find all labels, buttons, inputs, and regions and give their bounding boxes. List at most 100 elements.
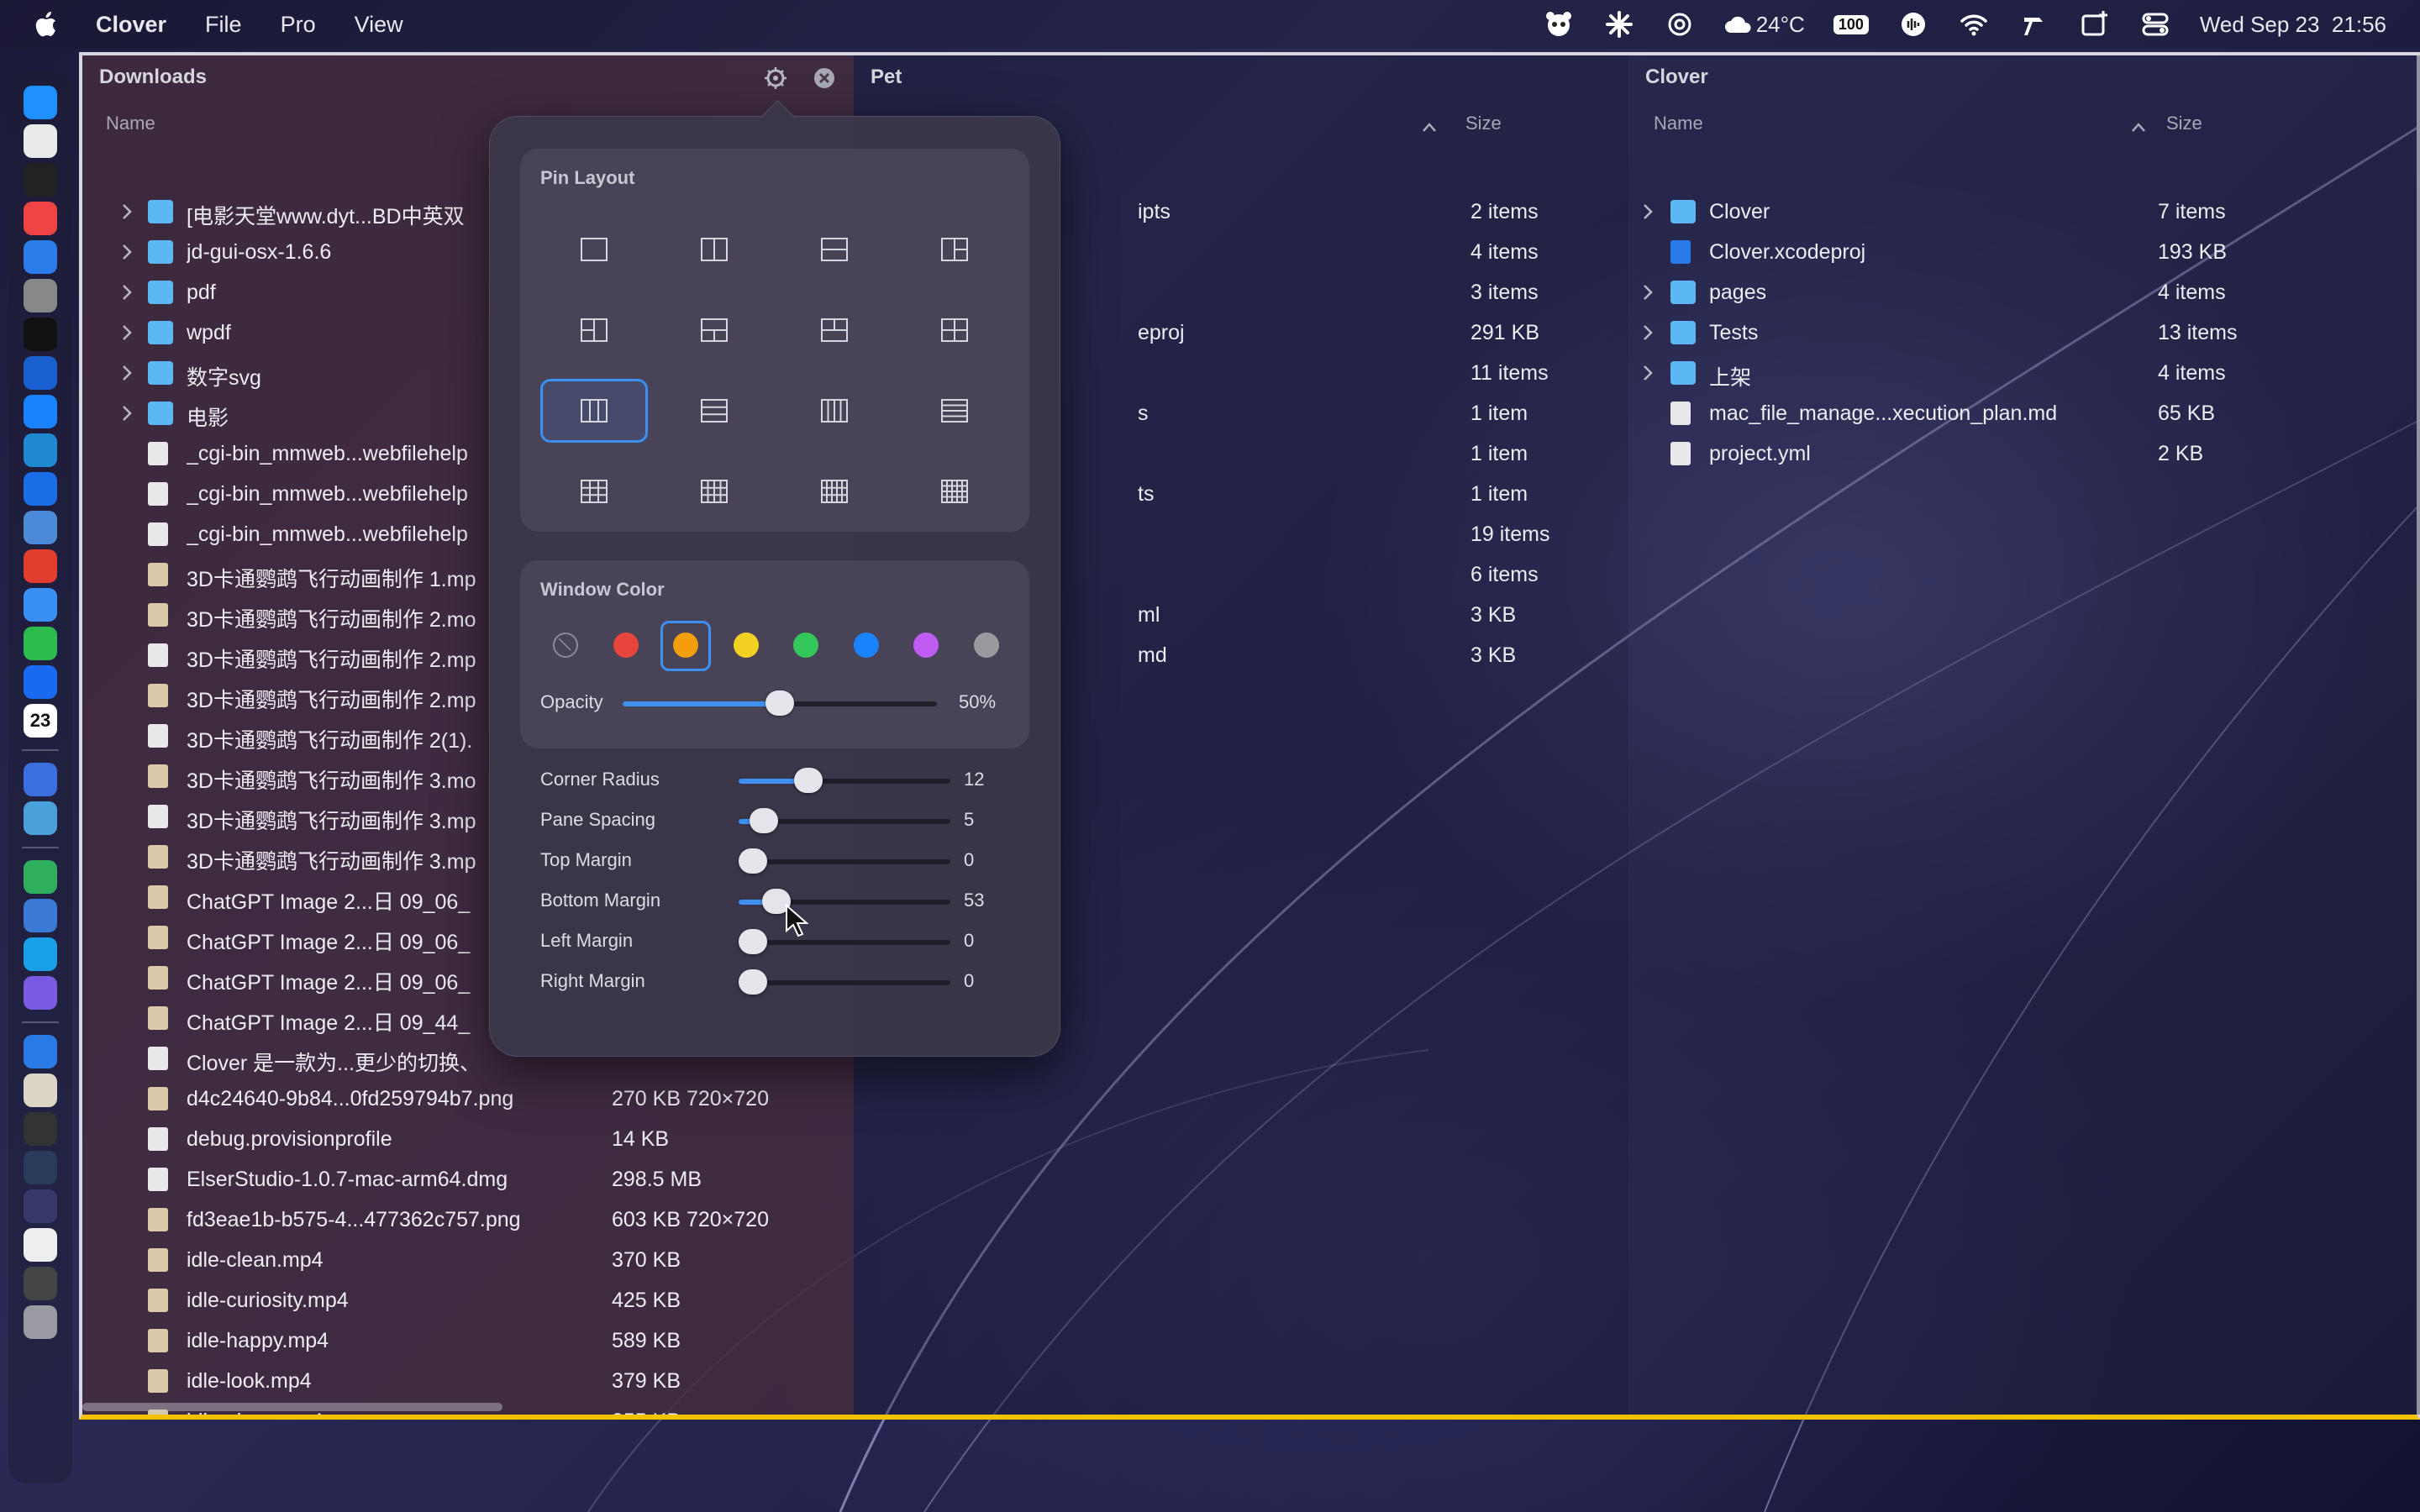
window-1-icon[interactable] bbox=[24, 1112, 57, 1146]
terminal-icon[interactable] bbox=[24, 163, 57, 197]
layout-option-left-right-split[interactable] bbox=[901, 218, 1008, 281]
file-row[interactable]: pages 4 items bbox=[1628, 272, 2420, 312]
wifi-icon[interactable] bbox=[1958, 8, 1990, 40]
slider-knob[interactable] bbox=[750, 808, 779, 833]
layout-option-four-columns[interactable] bbox=[781, 379, 888, 443]
column-size[interactable]: Size bbox=[2166, 113, 2202, 134]
layout-option-grid-5x3[interactable] bbox=[781, 459, 888, 523]
layout-option-top-bottom-split[interactable] bbox=[781, 298, 888, 362]
file-row[interactable]: idle-curiosity.mp4 425 KB bbox=[82, 1280, 854, 1320]
panda-icon[interactable] bbox=[1543, 8, 1575, 40]
color-swatch[interactable] bbox=[853, 633, 879, 658]
file-row[interactable]: fd3eae1b-b575-4...477362c757.png 603 KB 7… bbox=[82, 1200, 854, 1240]
clover-pane[interactable]: Clover Name Size Clover 7 items Clover.xco… bbox=[1628, 55, 2420, 1415]
no-color-swatch[interactable] bbox=[553, 633, 578, 658]
column-name[interactable]: Name bbox=[106, 113, 155, 134]
chevron-right-icon[interactable] bbox=[1640, 202, 1655, 221]
window-4-icon[interactable] bbox=[24, 1228, 57, 1262]
chevron-right-icon[interactable] bbox=[119, 202, 134, 221]
layout-option-grid-3x3[interactable] bbox=[540, 459, 648, 523]
layout-option-split-vertical[interactable] bbox=[660, 218, 768, 281]
finder-icon[interactable] bbox=[24, 86, 57, 119]
setting-slider[interactable] bbox=[739, 848, 950, 874]
preview-icon[interactable] bbox=[24, 1074, 57, 1107]
app-store-icon[interactable] bbox=[24, 395, 57, 428]
chevron-right-icon[interactable] bbox=[1640, 323, 1655, 342]
file-menu[interactable]: File bbox=[205, 12, 242, 38]
file-row[interactable]: mac_file_manage...xecution_plan.md 65 KB bbox=[1628, 393, 2420, 433]
hammer-icon[interactable] bbox=[2018, 8, 2050, 40]
launchpad-icon[interactable] bbox=[24, 124, 57, 158]
numbers-icon[interactable] bbox=[24, 860, 57, 894]
view-menu[interactable]: View bbox=[355, 12, 403, 38]
sparkle-icon[interactable] bbox=[1603, 8, 1635, 40]
drive-icon[interactable] bbox=[24, 511, 57, 544]
layout-option-single[interactable] bbox=[540, 218, 648, 281]
column-size[interactable]: Size bbox=[1465, 113, 1502, 134]
chevron-right-icon[interactable] bbox=[119, 364, 134, 382]
app-menu[interactable]: Clover bbox=[96, 12, 166, 38]
window-3-icon[interactable] bbox=[24, 1189, 57, 1223]
cloud-icon[interactable] bbox=[24, 588, 57, 622]
layout-option-top-split-bottom[interactable] bbox=[660, 298, 768, 362]
slider-knob[interactable] bbox=[739, 848, 767, 874]
chevron-right-icon[interactable] bbox=[119, 404, 134, 423]
file-row[interactable]: 上架 4 items bbox=[1628, 353, 2420, 393]
wps-icon[interactable] bbox=[24, 549, 57, 583]
color-swatch[interactable] bbox=[913, 633, 939, 658]
file-row[interactable]: project.yml 2 KB bbox=[1628, 433, 2420, 474]
screenshot-icon[interactable] bbox=[24, 899, 57, 932]
slider-knob[interactable] bbox=[739, 929, 767, 954]
wechat-icon[interactable] bbox=[24, 627, 57, 660]
sort-ascending-icon[interactable] bbox=[1422, 121, 1437, 133]
chevron-right-icon[interactable] bbox=[119, 323, 134, 342]
setting-slider[interactable] bbox=[739, 929, 950, 954]
sort-ascending-icon[interactable] bbox=[2131, 121, 2146, 133]
layout-option-grid-5x4[interactable] bbox=[901, 459, 1008, 523]
chevron-right-icon[interactable] bbox=[119, 283, 134, 302]
calendar-icon[interactable]: 23 bbox=[24, 704, 57, 738]
vscode-icon[interactable] bbox=[24, 433, 57, 467]
file-row[interactable]: Tests 13 items bbox=[1628, 312, 2420, 353]
chatgpt-icon[interactable] bbox=[1664, 8, 1696, 40]
file-row[interactable]: Clover.xcodeproj 193 KB bbox=[1628, 232, 2420, 272]
mail-icon[interactable] bbox=[24, 240, 57, 274]
file-row[interactable]: debug.provisionprofile 14 KB bbox=[82, 1119, 854, 1159]
file-row[interactable]: idle-clean.mp4 370 KB bbox=[82, 1240, 854, 1280]
opacity-slider[interactable] bbox=[623, 690, 937, 716]
clock[interactable]: Wed Sep 23 21:56 bbox=[2200, 12, 2386, 38]
horizontal-scrollbar[interactable] bbox=[82, 1403, 502, 1411]
weather-icon[interactable]: 24°C bbox=[1724, 12, 1805, 38]
layout-option-grid-4x3[interactable] bbox=[660, 459, 768, 523]
gear-icon[interactable] bbox=[763, 66, 788, 91]
opacity-slider-knob[interactable] bbox=[765, 690, 794, 716]
file-row[interactable]: Clover 7 items bbox=[1628, 192, 2420, 232]
color-swatch[interactable] bbox=[613, 633, 639, 658]
color-swatch[interactable] bbox=[673, 633, 698, 658]
setting-slider[interactable] bbox=[739, 808, 950, 833]
maps-icon[interactable] bbox=[24, 356, 57, 390]
file-row[interactable]: idle-happy.mp4 589 KB bbox=[82, 1320, 854, 1361]
file-row[interactable]: idle-look.mp4 379 KB bbox=[82, 1361, 854, 1401]
chevron-right-icon[interactable] bbox=[1640, 283, 1655, 302]
xcode-icon[interactable] bbox=[24, 472, 57, 506]
color-swatch[interactable] bbox=[793, 633, 818, 658]
trash-icon[interactable] bbox=[24, 1305, 57, 1339]
chevron-right-icon[interactable] bbox=[1640, 364, 1655, 382]
chevron-right-icon[interactable] bbox=[119, 243, 134, 261]
setting-slider[interactable] bbox=[739, 768, 950, 793]
layout-option-four-rows[interactable] bbox=[901, 379, 1008, 443]
setting-slider[interactable] bbox=[739, 889, 950, 914]
audio-icon[interactable] bbox=[1897, 8, 1929, 40]
testflight-icon[interactable] bbox=[24, 937, 57, 971]
battery-icon[interactable]: 100 bbox=[1833, 14, 1869, 34]
feishu-icon[interactable] bbox=[24, 665, 57, 699]
layout-option-quad[interactable] bbox=[901, 298, 1008, 362]
setting-slider[interactable] bbox=[739, 969, 950, 995]
column-name[interactable]: Name bbox=[1654, 113, 1703, 134]
layout-option-left-split-right[interactable] bbox=[540, 298, 648, 362]
color-swatch[interactable] bbox=[973, 633, 999, 658]
color-swatch[interactable] bbox=[733, 633, 759, 658]
file-row[interactable]: d4c24640-9b84...0fd259794b7.png 270 KB 72… bbox=[82, 1079, 854, 1119]
browser-icon[interactable] bbox=[24, 801, 57, 835]
